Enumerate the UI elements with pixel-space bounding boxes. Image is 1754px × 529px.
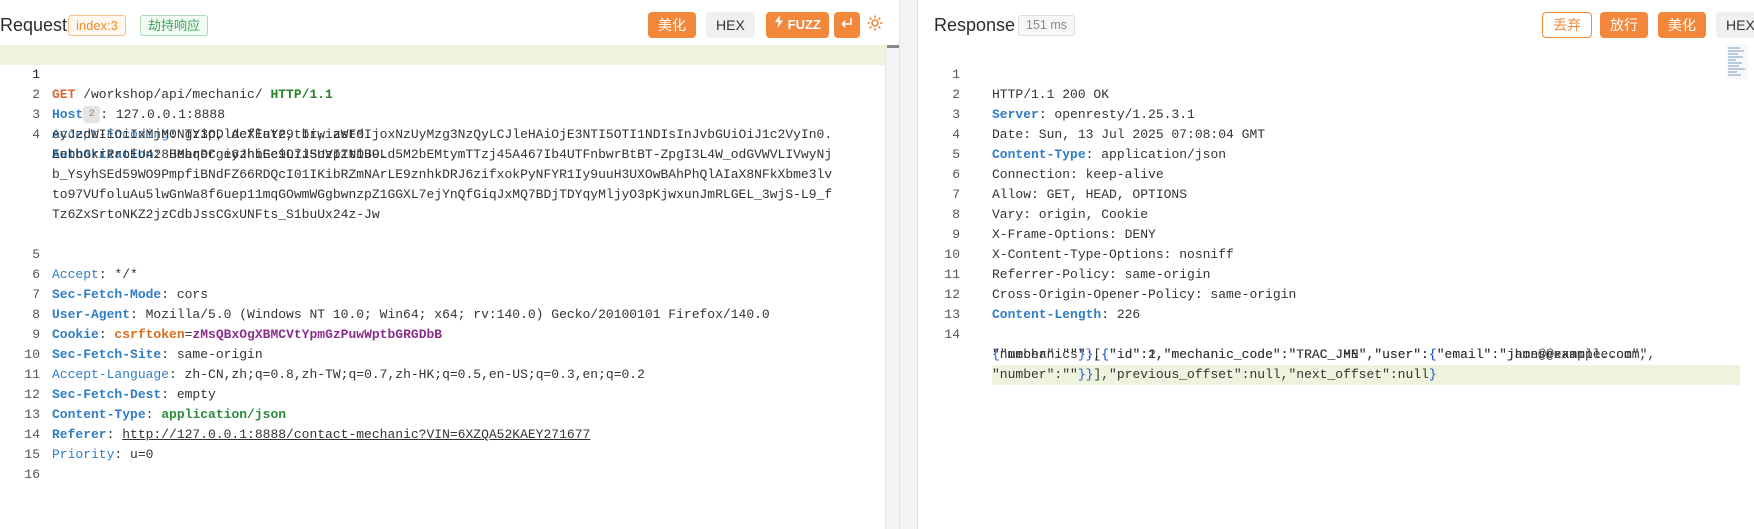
token-fragment: b_YsyhSEd59WO9PmpfiBNdFZ66RDQcI01IKibRZm… [52,167,833,182]
json-text: ],"previous_offset":null,"next_offset":n… [1093,367,1429,382]
request-editor[interactable]: 1 GET /workshop/api/mechanic/ HTTP/1.1 2… [0,45,899,529]
release-button[interactable]: 放行 [1600,12,1648,38]
empty-line: 13 [918,285,1754,322]
header-line-date: 3 Date: Sun, 13 Jul 2025 07:08:04 GMT [918,85,1754,142]
header-line-authorization: 4 Authorization: Bearer eyJhbGciOiJSUzI1… [0,105,899,162]
response-time-tag: 151 ms [1018,15,1075,36]
header-line-cookie: 8 Cookie: csrftoken=zMsQBxOgXBMCVtYpmGzP… [0,285,899,342]
header-line-server: 2 Server: openresty/1.25.3.1 [918,65,1754,122]
return-arrow-icon [840,16,854,35]
header-line-sec-fetch-site: 9 Sec-Fetch-Site: same-origin [0,305,899,362]
empty-line: 15 [0,425,899,462]
request-pane: Request index:3 劫持响应 美化 HEX FUZZ 1 GET /… [0,0,900,529]
discard-button[interactable]: 丢弃 [1542,12,1592,38]
header-line-accept-language: 10 Accept-Language: zh-CN,zh;q=0.8,zh-TW… [0,325,899,382]
token-fragment: eyJzdWIiOiIxMjM0NTY3ODlAcXEuY29tIiwiaWF0… [52,127,833,142]
hex-button[interactable]: HEX [1716,12,1754,38]
response-pane: Response 151 ms 丢弃 放行 美化 HEX 1 HTTP/1.1 … [918,0,1754,529]
header-line-content-length: 12 Content-Length: 226 [918,265,1754,322]
response-editor[interactable]: 1 HTTP/1.1 200 OK 2 Server: openresty/1.… [918,45,1754,529]
token-fragment: Tz6ZxSrtoNKZ2jzCdbJssCGxUNFts_S1buUx24z-… [52,207,380,222]
json-wrapped-line: "number":""}}],"previous_offset":null,"n… [918,345,1754,385]
json-body-line: 14 {"mechanics":[{"id":1,"mechanic_code"… [918,305,1754,362]
header-line-accept-encoding: 3 Accept-Encoding: gzip, deflate, br, zs… [0,85,899,142]
header-line-accept: 5 Accept: */* [0,225,899,282]
gear-icon [866,14,884,37]
request-header: Request index:3 劫持响应 美化 HEX FUZZ [0,0,899,50]
scroll-position-marker [887,45,899,48]
fuzz-label: FUZZ [787,17,821,32]
request-title: Request [0,15,68,35]
request-line: 1 GET /workshop/api/mechanic/ HTTP/1.1 [0,45,899,102]
wrapped-line: b_YsyhSEd59WO9PmpfiBNdFZ66RDQcI01IKibRZm… [0,165,899,185]
header-line-sec-fetch-mode: 6 Sec-Fetch-Mode: cors [0,245,899,302]
header-line-host: 2 Host 2: 127.0.0.1:8888 [0,65,899,124]
header-line-priority: 14 Priority: u=0 [0,405,899,462]
beautify-button[interactable]: 美化 [648,12,696,38]
empty-line: 16 [0,445,899,482]
header-line-referer: 13 Referer: http://127.0.0.1:8888/contac… [0,385,899,442]
beautify-button[interactable]: 美化 [1658,12,1706,38]
json-wrapped-line: "number":""}},{"id":2,"mechanic_code":"T… [918,325,1754,362]
header-line-vary: 7 Vary: origin, Cookie [918,165,1754,222]
header-line-referrer-policy: 10 Referrer-Policy: same-origin [918,225,1754,282]
index-tag: index:3 [68,15,126,36]
pane-divider[interactable] [900,0,918,529]
token-fragment: to97VUfoluAu5lwGnWa8f6uep11mqGOwmWGgbwnz… [52,187,833,202]
header-line-content-type: 4 Content-Type: application/json [918,105,1754,162]
wrapped-line: eyJzdWIiOiIxMjM0NTY3ODlAcXEuY29tIiwiaWF0… [0,125,899,145]
json-brace: } [1428,367,1437,382]
minimap-thumbnail[interactable] [1726,45,1748,79]
hex-button[interactable]: HEX [706,12,755,38]
header-line-content-type: 12 Content-Type: application/json [0,365,899,422]
token-fragment: EebbGkrRroEU428HMbqDCgi6zhiEe9L7i5nVpZtD… [52,147,833,162]
header-line-sec-fetch-dest: 11 Sec-Fetch-Dest: empty [0,345,899,402]
header-line-coop: 11 Cross-Origin-Opener-Policy: same-orig… [918,245,1754,302]
header-line-user-agent: 7 User-Agent: Mozilla/5.0 (Windows NT 10… [0,265,899,322]
fuzz-button[interactable]: FUZZ [766,12,829,38]
response-header: Response 151 ms 丢弃 放行 美化 HEX [918,0,1754,50]
json-brace: }} [1077,367,1094,382]
lightning-icon [774,11,784,37]
response-title: Response [934,15,1016,35]
wrapped-line: EebbGkrRroEU428HMbqDCgi6zhiEe9L7i5nVpZtD… [0,145,899,165]
line-number: 16 [24,467,40,482]
settings-button[interactable] [862,12,888,38]
header-line-x-content-type-options: 9 X-Content-Type-Options: nosniff [918,205,1754,262]
intercept-response-tag[interactable]: 劫持响应 [140,15,209,36]
status-line: 1 HTTP/1.1 200 OK [918,45,1754,102]
header-line-allow: 6 Allow: GET, HEAD, OPTIONS [918,145,1754,202]
header-line-connection: 5 Connection: keep-alive [918,125,1754,182]
request-scrollbar[interactable] [885,45,899,529]
header-line-x-frame-options: 8 X-Frame-Options: DENY [918,185,1754,242]
wrap-toggle-button[interactable] [834,12,860,38]
wrapped-line: to97VUfoluAu5lwGnWa8f6uep11mqGOwmWGgbwnz… [0,185,899,205]
wrapped-line: Tz6ZxSrtoNKZ2jzCdbJssCGxUNFts_S1buUx24z-… [0,205,899,225]
json-text: "number":"" [992,367,1078,382]
